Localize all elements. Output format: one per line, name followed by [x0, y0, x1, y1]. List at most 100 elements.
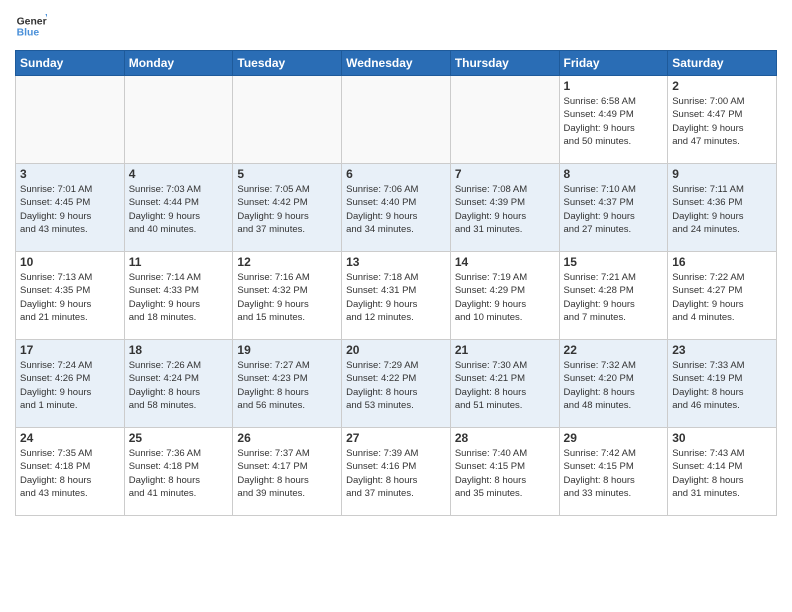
day-info: Sunrise: 7:22 AM Sunset: 4:27 PM Dayligh…	[672, 271, 772, 324]
calendar-cell-30: 26 Sunrise: 7:37 AM Sunset: 4:17 PM Dayli…	[233, 428, 342, 516]
day-info: Sunrise: 7:30 AM Sunset: 4:21 PM Dayligh…	[455, 359, 555, 412]
day-number: 17	[20, 343, 120, 357]
day-info: Sunrise: 7:26 AM Sunset: 4:24 PM Dayligh…	[129, 359, 229, 412]
calendar-cell-28: 24 Sunrise: 7:35 AM Sunset: 4:18 PM Dayli…	[16, 428, 125, 516]
day-info: Sunrise: 7:01 AM Sunset: 4:45 PM Dayligh…	[20, 183, 120, 236]
calendar-cell-21: 17 Sunrise: 7:24 AM Sunset: 4:26 PM Dayli…	[16, 340, 125, 428]
weekday-friday: Friday	[559, 51, 668, 76]
calendar-cell-24: 20Sunrise: 7:29 AM Sunset: 4:22 PM Dayli…	[342, 340, 451, 428]
svg-text:General: General	[17, 16, 47, 27]
week-row-1: 1Sunrise: 6:58 AM Sunset: 4:49 PM Daylig…	[16, 76, 777, 164]
calendar-cell-14: 10 Sunrise: 7:13 AM Sunset: 4:35 PM Dayli…	[16, 252, 125, 340]
weekday-tuesday: Tuesday	[233, 51, 342, 76]
day-info: Sunrise: 7:24 AM Sunset: 4:26 PM Dayligh…	[20, 359, 120, 412]
day-number: 24	[20, 431, 120, 445]
calendar-cell-31: 27 Sunrise: 7:39 AM Sunset: 4:16 PM Dayli…	[342, 428, 451, 516]
calendar-body: 1Sunrise: 6:58 AM Sunset: 4:49 PM Daylig…	[16, 76, 777, 516]
day-info: Sunrise: 6:58 AM Sunset: 4:49 PM Dayligh…	[564, 95, 664, 148]
day-number: 23	[672, 343, 772, 357]
weekday-monday: Monday	[124, 51, 233, 76]
day-number: 10	[20, 255, 120, 269]
day-info: Sunrise: 7:03 AM Sunset: 4:44 PM Dayligh…	[129, 183, 229, 236]
calendar-cell-3	[342, 76, 451, 164]
day-info: Sunrise: 7:08 AM Sunset: 4:39 PM Dayligh…	[455, 183, 555, 236]
day-info: Sunrise: 7:10 AM Sunset: 4:37 PM Dayligh…	[564, 183, 664, 236]
week-row-3: 10 Sunrise: 7:13 AM Sunset: 4:35 PM Dayli…	[16, 252, 777, 340]
day-info: Sunrise: 7:05 AM Sunset: 4:42 PM Dayligh…	[237, 183, 337, 236]
day-info: Sunrise: 7:27 AM Sunset: 4:23 PM Dayligh…	[237, 359, 337, 412]
day-number: 30	[672, 431, 772, 445]
calendar-cell-12: 8Sunrise: 7:10 AM Sunset: 4:37 PM Daylig…	[559, 164, 668, 252]
day-info: Sunrise: 7:37 AM Sunset: 4:17 PM Dayligh…	[237, 447, 337, 500]
calendar-cell-23: 19 Sunrise: 7:27 AM Sunset: 4:23 PM Dayli…	[233, 340, 342, 428]
day-info: Sunrise: 7:35 AM Sunset: 4:18 PM Dayligh…	[20, 447, 120, 500]
day-number: 19	[237, 343, 337, 357]
day-number: 27	[346, 431, 446, 445]
day-info: Sunrise: 7:11 AM Sunset: 4:36 PM Dayligh…	[672, 183, 772, 236]
day-number: 12	[237, 255, 337, 269]
calendar-cell-0	[16, 76, 125, 164]
calendar-cell-4	[450, 76, 559, 164]
calendar-cell-16: 12Sunrise: 7:16 AM Sunset: 4:32 PM Dayli…	[233, 252, 342, 340]
day-info: Sunrise: 7:06 AM Sunset: 4:40 PM Dayligh…	[346, 183, 446, 236]
day-number: 5	[237, 167, 337, 181]
calendar-cell-11: 7 Sunrise: 7:08 AM Sunset: 4:39 PM Daylig…	[450, 164, 559, 252]
day-number: 16	[672, 255, 772, 269]
day-info: Sunrise: 7:32 AM Sunset: 4:20 PM Dayligh…	[564, 359, 664, 412]
day-number: 13	[346, 255, 446, 269]
calendar-cell-7: 3 Sunrise: 7:01 AM Sunset: 4:45 PM Daylig…	[16, 164, 125, 252]
calendar-cell-33: 29Sunrise: 7:42 AM Sunset: 4:15 PM Dayli…	[559, 428, 668, 516]
day-info: Sunrise: 7:40 AM Sunset: 4:15 PM Dayligh…	[455, 447, 555, 500]
page-header: General Blue	[15, 10, 777, 42]
day-info: Sunrise: 7:14 AM Sunset: 4:33 PM Dayligh…	[129, 271, 229, 324]
weekday-wednesday: Wednesday	[342, 51, 451, 76]
day-number: 3	[20, 167, 120, 181]
day-number: 21	[455, 343, 555, 357]
calendar-table: SundayMondayTuesdayWednesdayThursdayFrid…	[15, 50, 777, 516]
day-info: Sunrise: 7:00 AM Sunset: 4:47 PM Dayligh…	[672, 95, 772, 148]
day-number: 11	[129, 255, 229, 269]
day-info: Sunrise: 7:43 AM Sunset: 4:14 PM Dayligh…	[672, 447, 772, 500]
calendar-cell-32: 28 Sunrise: 7:40 AM Sunset: 4:15 PM Dayli…	[450, 428, 559, 516]
calendar-cell-8: 4Sunrise: 7:03 AM Sunset: 4:44 PM Daylig…	[124, 164, 233, 252]
calendar-cell-18: 14 Sunrise: 7:19 AM Sunset: 4:29 PM Dayli…	[450, 252, 559, 340]
day-number: 18	[129, 343, 229, 357]
day-info: Sunrise: 7:29 AM Sunset: 4:22 PM Dayligh…	[346, 359, 446, 412]
calendar-cell-19: 15 Sunrise: 7:21 AM Sunset: 4:28 PM Dayli…	[559, 252, 668, 340]
day-number: 28	[455, 431, 555, 445]
calendar-cell-15: 11 Sunrise: 7:14 AM Sunset: 4:33 PM Dayli…	[124, 252, 233, 340]
calendar-cell-6: 2 Sunrise: 7:00 AM Sunset: 4:47 PM Daylig…	[668, 76, 777, 164]
day-number: 6	[346, 167, 446, 181]
day-number: 7	[455, 167, 555, 181]
calendar-cell-27: 23 Sunrise: 7:33 AM Sunset: 4:19 PM Dayli…	[668, 340, 777, 428]
day-info: Sunrise: 7:13 AM Sunset: 4:35 PM Dayligh…	[20, 271, 120, 324]
week-row-4: 17 Sunrise: 7:24 AM Sunset: 4:26 PM Dayli…	[16, 340, 777, 428]
calendar-cell-17: 13Sunrise: 7:18 AM Sunset: 4:31 PM Dayli…	[342, 252, 451, 340]
calendar-cell-25: 21 Sunrise: 7:30 AM Sunset: 4:21 PM Dayli…	[450, 340, 559, 428]
calendar-cell-29: 25Sunrise: 7:36 AM Sunset: 4:18 PM Dayli…	[124, 428, 233, 516]
calendar-cell-22: 18 Sunrise: 7:26 AM Sunset: 4:24 PM Dayli…	[124, 340, 233, 428]
day-number: 25	[129, 431, 229, 445]
day-info: Sunrise: 7:21 AM Sunset: 4:28 PM Dayligh…	[564, 271, 664, 324]
weekday-saturday: Saturday	[668, 51, 777, 76]
calendar-cell-1	[124, 76, 233, 164]
weekday-thursday: Thursday	[450, 51, 559, 76]
day-number: 15	[564, 255, 664, 269]
calendar-cell-13: 9 Sunrise: 7:11 AM Sunset: 4:36 PM Daylig…	[668, 164, 777, 252]
day-info: Sunrise: 7:33 AM Sunset: 4:19 PM Dayligh…	[672, 359, 772, 412]
day-number: 14	[455, 255, 555, 269]
day-number: 26	[237, 431, 337, 445]
day-info: Sunrise: 7:39 AM Sunset: 4:16 PM Dayligh…	[346, 447, 446, 500]
day-number: 22	[564, 343, 664, 357]
logo-icon: General Blue	[15, 10, 47, 42]
day-number: 9	[672, 167, 772, 181]
day-info: Sunrise: 7:19 AM Sunset: 4:29 PM Dayligh…	[455, 271, 555, 324]
day-number: 29	[564, 431, 664, 445]
calendar-cell-5: 1Sunrise: 6:58 AM Sunset: 4:49 PM Daylig…	[559, 76, 668, 164]
calendar-cell-26: 22 Sunrise: 7:32 AM Sunset: 4:20 PM Dayli…	[559, 340, 668, 428]
weekday-sunday: Sunday	[16, 51, 125, 76]
day-number: 2	[672, 79, 772, 93]
weekday-header-row: SundayMondayTuesdayWednesdayThursdayFrid…	[16, 51, 777, 76]
week-row-5: 24 Sunrise: 7:35 AM Sunset: 4:18 PM Dayli…	[16, 428, 777, 516]
week-row-2: 3 Sunrise: 7:01 AM Sunset: 4:45 PM Daylig…	[16, 164, 777, 252]
